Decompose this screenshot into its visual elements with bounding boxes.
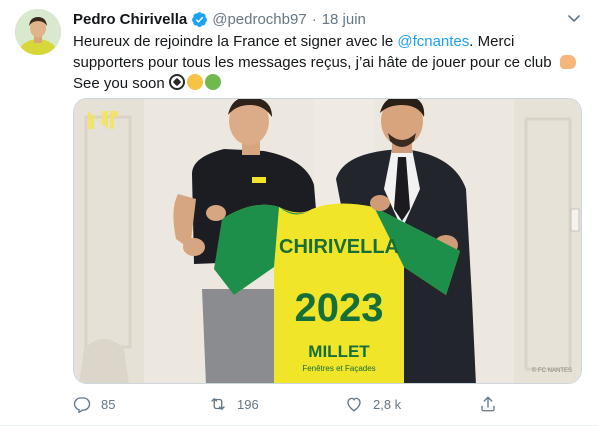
- heart-icon: [347, 397, 361, 412]
- signing-photo: CHIRIVELLA 2023 MILLET Fenêtres et Façad…: [74, 99, 581, 383]
- retweet-button[interactable]: 196: [209, 393, 259, 415]
- jersey-name-text: CHIRIVELLA: [279, 236, 399, 258]
- verified-badge-icon: [192, 11, 208, 27]
- author-avatar[interactable]: [15, 9, 61, 55]
- jersey-sponsor-text: MILLET: [308, 342, 370, 361]
- fist-emoji: [559, 55, 576, 69]
- tweet-header: Pedro Chirivella @pedrochb97 · 18 juin: [73, 9, 366, 29]
- jersey-sponsor-sub-text: Fenêtres et Façades: [302, 364, 375, 373]
- share-icon: [481, 396, 495, 412]
- green-circle-emoji: [204, 74, 221, 90]
- retweet-icon: [211, 398, 225, 410]
- tweet-text-part3: See you soon: [73, 75, 169, 92]
- reply-icon: [73, 397, 91, 413]
- tweet-photo[interactable]: CHIRIVELLA 2023 MILLET Fenêtres et Façad…: [73, 98, 582, 384]
- share-button[interactable]: [479, 393, 507, 415]
- photo-watermark-text: © FC NANTES: [532, 367, 572, 374]
- jersey-number-text: 2023: [295, 286, 384, 330]
- reply-count: 85: [101, 396, 116, 412]
- profile-photo-icon: [15, 9, 61, 55]
- author-handle[interactable]: @pedrochb97: [212, 11, 306, 28]
- author-display-name[interactable]: Pedro Chirivella: [73, 11, 187, 28]
- reply-button[interactable]: 85: [73, 393, 115, 415]
- chevron-down-icon[interactable]: [566, 10, 582, 26]
- yellow-circle-emoji: [186, 74, 203, 90]
- soccer-ball-emoji: [168, 74, 185, 90]
- tweet-text-part1: Heureux de rejoindre la France et signer…: [73, 33, 398, 50]
- retweet-count: 196: [237, 396, 259, 412]
- like-count: 2,8 k: [373, 396, 402, 412]
- tweet-actions: 85 196 2,8 k: [73, 393, 503, 415]
- tweet-date[interactable]: 18 juin: [322, 11, 366, 28]
- tweet[interactable]: Pedro Chirivella @pedrochb97 · 18 juin H…: [0, 0, 598, 426]
- like-button[interactable]: 2,8 k: [345, 393, 401, 415]
- mention-link[interactable]: @fcnantes: [397, 33, 469, 50]
- tweet-text: Heureux de rejoindre la France et signer…: [73, 31, 581, 94]
- header-separator: ·: [311, 10, 317, 28]
